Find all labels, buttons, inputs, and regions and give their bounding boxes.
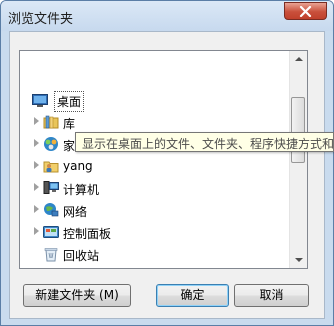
tree-item-computer[interactable]: 计算机 (20, 177, 292, 199)
vertical-scrollbar[interactable] (289, 51, 307, 268)
tree-item-label: 网络 (63, 205, 88, 219)
recycle-bin-icon (43, 246, 59, 262)
scroll-up-arrow-icon[interactable] (290, 51, 307, 68)
tree-item-label: 控制面板 (63, 227, 112, 241)
computer-icon (43, 180, 59, 196)
tree-item-label: 计算机 (63, 183, 100, 197)
control-panel-icon (43, 224, 59, 240)
tree-item-label: 家 (63, 139, 76, 153)
expand-arrow-icon[interactable] (34, 161, 39, 169)
title-bar[interactable]: 浏览文件夹 (1, 1, 333, 31)
expand-arrow-icon[interactable] (34, 139, 39, 147)
tree-item-libraries[interactable]: 库 (20, 111, 292, 133)
close-button[interactable] (284, 2, 327, 20)
tree-item-network[interactable]: 网络 (20, 199, 292, 221)
tree-item-desktop[interactable]: 桌面 (20, 89, 292, 112)
network-icon (43, 202, 59, 218)
tree-item-recycle-bin[interactable]: 回收站 (20, 243, 292, 265)
tree-item-user-folder[interactable]: yang (20, 155, 292, 177)
new-folder-button[interactable]: 新建文件夹 (M) (23, 284, 131, 307)
expand-arrow-icon[interactable] (34, 227, 39, 235)
expand-arrow-icon[interactable] (34, 183, 39, 191)
tree-item-label: 回收站 (63, 249, 100, 263)
close-icon (299, 6, 312, 17)
tooltip: 显示在桌面上的文件、文件夹、程序快捷方式和 (75, 132, 334, 152)
scroll-thumb[interactable] (291, 97, 305, 163)
desktop-icon (32, 92, 48, 108)
cancel-button[interactable]: 取消 (234, 284, 309, 307)
window-title: 浏览文件夹 (8, 12, 74, 27)
expand-arrow-icon[interactable] (34, 205, 39, 213)
user-folder-icon (43, 158, 59, 174)
expand-arrow-icon[interactable] (34, 117, 39, 125)
folder-tree[interactable]: 桌面 库 家 yang 计算机 网络 控制面板 回收站 (19, 50, 308, 269)
tree-item-label: 桌面 (54, 91, 85, 112)
library-icon (43, 114, 59, 130)
tree-item-label: 库 (63, 117, 76, 131)
scroll-down-arrow-icon[interactable] (290, 251, 307, 268)
tree-item-label: yang (63, 159, 93, 173)
homegroup-icon (43, 136, 59, 152)
ok-button[interactable]: 确定 (156, 284, 229, 307)
tree-item-control-panel[interactable]: 控制面板 (20, 221, 292, 243)
